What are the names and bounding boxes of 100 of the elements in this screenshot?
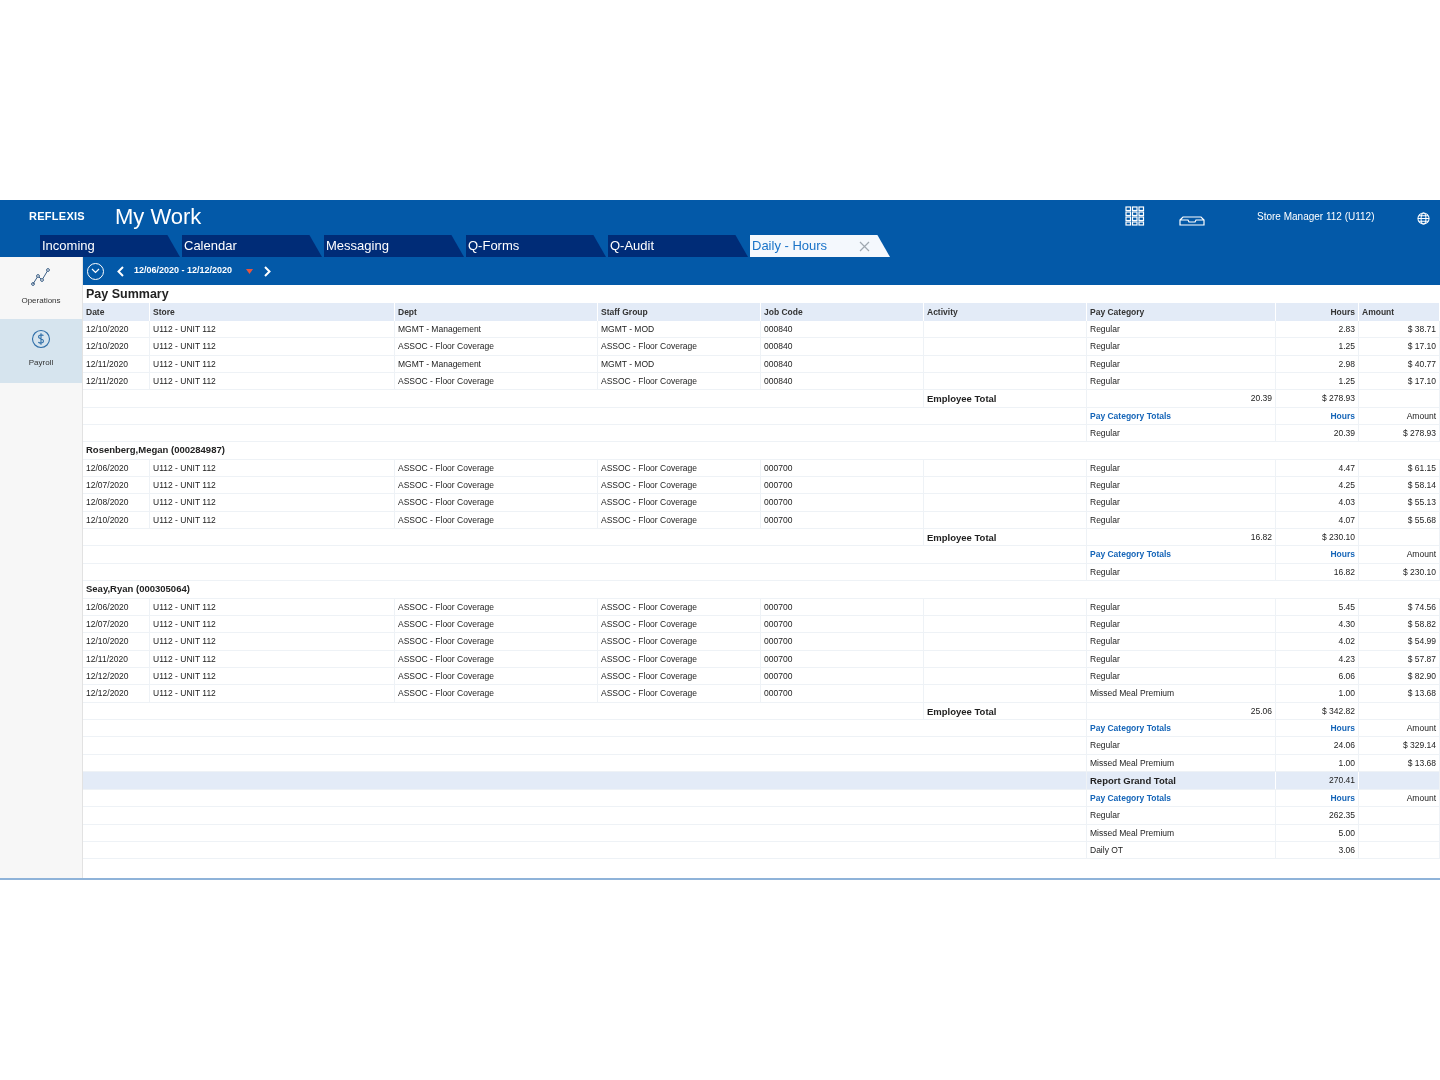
table-cell: ASSOC - Floor Coverage bbox=[395, 598, 598, 616]
table-cell: $ 55.13 bbox=[1359, 494, 1440, 512]
column-header[interactable]: Staff Group bbox=[598, 303, 761, 321]
column-header[interactable]: Hours bbox=[1276, 303, 1359, 321]
tray-icon[interactable] bbox=[1179, 216, 1205, 226]
total-label: Employee Total bbox=[924, 702, 1087, 720]
table-cell: ASSOC - Floor Coverage bbox=[395, 459, 598, 477]
column-header[interactable]: Store bbox=[150, 303, 395, 321]
column-header[interactable]: Amount bbox=[1359, 303, 1440, 321]
table-cell: 12/06/2020 bbox=[83, 459, 150, 477]
table-cell: 5.45 bbox=[1276, 598, 1359, 616]
table-cell: Regular bbox=[1087, 373, 1276, 391]
date-range[interactable]: 12/06/2020 - 12/12/2020 bbox=[134, 264, 233, 278]
column-header[interactable]: Pay Category bbox=[1087, 303, 1276, 321]
table-cell: 4.30 bbox=[1276, 615, 1359, 633]
total-label: Report Grand Total bbox=[1087, 771, 1276, 789]
apps-grid-icon[interactable] bbox=[1125, 206, 1145, 226]
table-cell: $ 58.14 bbox=[1359, 477, 1440, 495]
table-cell: ASSOC - Floor Coverage bbox=[598, 667, 761, 685]
table-cell: U112 - UNIT 112 bbox=[150, 650, 395, 668]
table-cell: MGMT - MOD bbox=[598, 321, 761, 338]
table-cell: $ 58.82 bbox=[1359, 615, 1440, 633]
sidebar-item[interactable]: Payroll bbox=[0, 319, 82, 383]
table-cell: $ 278.93 bbox=[1359, 425, 1440, 443]
table-cell: ASSOC - Floor Coverage bbox=[395, 511, 598, 529]
table-cell: $ 54.99 bbox=[1359, 633, 1440, 651]
table-cell: MGMT - Management bbox=[395, 355, 598, 373]
table-cell: Regular bbox=[1087, 459, 1276, 477]
table-cell: 12/06/2020 bbox=[83, 598, 150, 616]
section-heading: Pay Category Totals bbox=[1087, 546, 1276, 564]
previous-icon[interactable] bbox=[117, 265, 124, 277]
table-cell: 12/10/2020 bbox=[83, 633, 150, 651]
table-cell: 270.41 bbox=[1276, 771, 1359, 789]
total-label: Employee Total bbox=[924, 529, 1087, 547]
table-cell: Regular bbox=[1087, 494, 1276, 512]
table-cell: 1.25 bbox=[1276, 338, 1359, 356]
table-cell: 12/08/2020 bbox=[83, 494, 150, 512]
table-cell: 000700 bbox=[761, 685, 924, 703]
table-cell: Regular bbox=[1087, 425, 1276, 443]
table-cell: 20.39 bbox=[1276, 425, 1359, 443]
tab[interactable]: Calendar bbox=[182, 235, 322, 257]
column-header[interactable]: Job Code bbox=[761, 303, 924, 321]
table-cell: 12/10/2020 bbox=[83, 321, 150, 338]
table-cell: 000700 bbox=[761, 650, 924, 668]
table-cell: 16.82 bbox=[1276, 563, 1359, 581]
user-name[interactable]: Store Manager 112 (U112) bbox=[1257, 208, 1417, 224]
table-cell: MGMT - MOD bbox=[598, 355, 761, 373]
table-cell: Regular bbox=[1087, 650, 1276, 668]
total-label: Employee Total bbox=[924, 390, 1087, 408]
table-cell: Regular bbox=[1087, 807, 1276, 825]
column-header[interactable]: Date bbox=[83, 303, 150, 321]
tab[interactable]: Messaging bbox=[324, 235, 464, 257]
table-cell: U112 - UNIT 112 bbox=[150, 667, 395, 685]
column-label: Hours bbox=[1276, 546, 1359, 564]
tab[interactable]: Q-Forms bbox=[466, 235, 606, 257]
table-cell: ASSOC - Floor Coverage bbox=[395, 685, 598, 703]
table-cell: ASSOC - Floor Coverage bbox=[598, 633, 761, 651]
table-cell: ASSOC - Floor Coverage bbox=[395, 477, 598, 495]
table-cell: Regular bbox=[1087, 667, 1276, 685]
report-title: Pay Summary bbox=[85, 286, 169, 303]
table-cell: Regular bbox=[1087, 737, 1276, 755]
column-label: Amount bbox=[1359, 789, 1440, 807]
table-cell: 000840 bbox=[761, 321, 924, 338]
chevron-down-icon bbox=[91, 268, 100, 274]
next-icon[interactable] bbox=[264, 265, 272, 277]
table-cell: $ 74.56 bbox=[1359, 598, 1440, 616]
table-cell: 12/11/2020 bbox=[83, 355, 150, 373]
table-cell: 3.06 bbox=[1276, 841, 1359, 859]
table-cell: $ 278.93 bbox=[1276, 390, 1359, 408]
table-cell: $ 329.14 bbox=[1359, 737, 1440, 755]
column-header[interactable]: Dept bbox=[395, 303, 598, 321]
column-label: Hours bbox=[1276, 789, 1359, 807]
column-label: Amount bbox=[1359, 546, 1440, 564]
table-cell: $ 82.90 bbox=[1359, 667, 1440, 685]
table-cell: 000700 bbox=[761, 459, 924, 477]
column-header[interactable]: Activity bbox=[924, 303, 1087, 321]
column-label: Amount bbox=[1359, 719, 1440, 737]
table-cell: 000700 bbox=[761, 615, 924, 633]
table-cell: U112 - UNIT 112 bbox=[150, 338, 395, 356]
table-cell: $ 342.82 bbox=[1276, 702, 1359, 720]
table-cell: 12/07/2020 bbox=[83, 477, 150, 495]
table-cell: $ 57.87 bbox=[1359, 650, 1440, 668]
table-cell: $ 230.10 bbox=[1359, 563, 1440, 581]
table-cell: 12/11/2020 bbox=[83, 650, 150, 668]
employee-name: Seay,Ryan (000305064) bbox=[85, 582, 190, 597]
table-cell: $ 17.10 bbox=[1359, 338, 1440, 356]
section-heading: Pay Category Totals bbox=[1087, 719, 1276, 737]
table-cell: ASSOC - Floor Coverage bbox=[598, 477, 761, 495]
table-cell: 4.23 bbox=[1276, 650, 1359, 668]
app-title: My Work bbox=[115, 202, 202, 231]
globe-icon[interactable] bbox=[1417, 211, 1430, 225]
table-cell: U112 - UNIT 112 bbox=[150, 477, 395, 495]
tab[interactable]: Q-Audit bbox=[608, 235, 748, 257]
tab[interactable]: Daily - Hours bbox=[750, 235, 890, 257]
table-cell: U112 - UNIT 112 bbox=[150, 598, 395, 616]
table-cell: ASSOC - Floor Coverage bbox=[598, 494, 761, 512]
column-label: Hours bbox=[1276, 719, 1359, 737]
table-cell: ASSOC - Floor Coverage bbox=[395, 373, 598, 391]
column-label: Amount bbox=[1359, 407, 1440, 425]
tab[interactable]: Incoming bbox=[40, 235, 180, 257]
